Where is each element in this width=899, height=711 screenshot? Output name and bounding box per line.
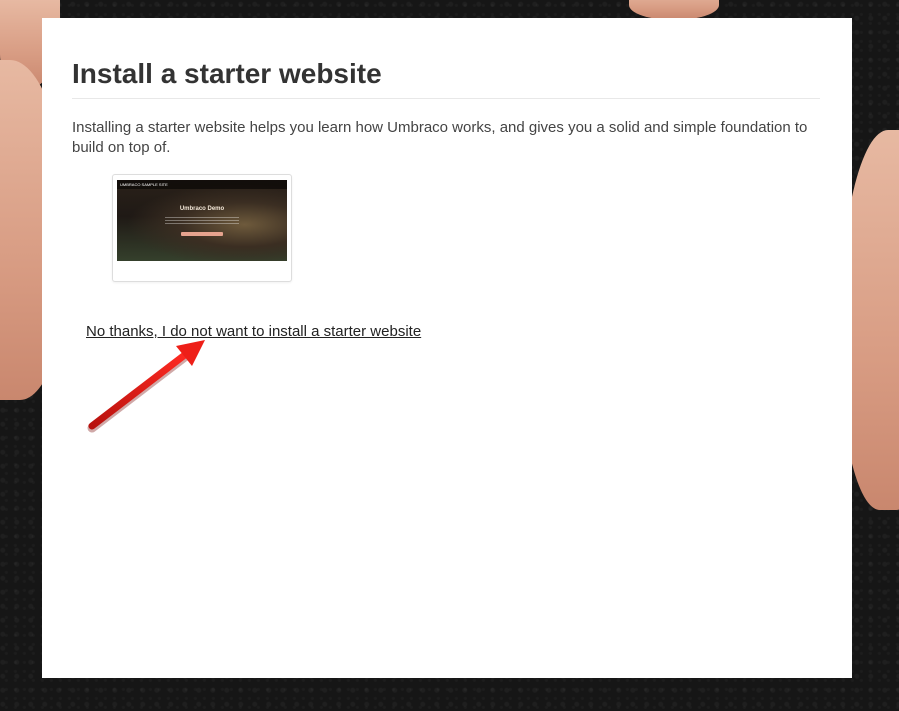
page-title: Install a starter website [72, 58, 382, 89]
thumbnail-headline: Umbraco Demo [179, 206, 225, 212]
title-divider [72, 98, 820, 99]
intro-text: Installing a starter website helps you l… [72, 119, 808, 156]
starter-kit-card[interactable]: UMBRACO SAMPLE SITE Umbraco Demo [112, 174, 292, 282]
skip-starter-link[interactable]: No thanks, I do not want to install a st… [86, 323, 421, 340]
thumbnail-button [181, 232, 223, 236]
starter-kit-thumbnail: UMBRACO SAMPLE SITE Umbraco Demo [117, 180, 287, 261]
thumbnail-site-name: UMBRACO SAMPLE SITE [117, 180, 287, 189]
thumbnail-text-lines [165, 217, 239, 226]
install-panel: Install a starter website Installing a s… [42, 18, 852, 678]
